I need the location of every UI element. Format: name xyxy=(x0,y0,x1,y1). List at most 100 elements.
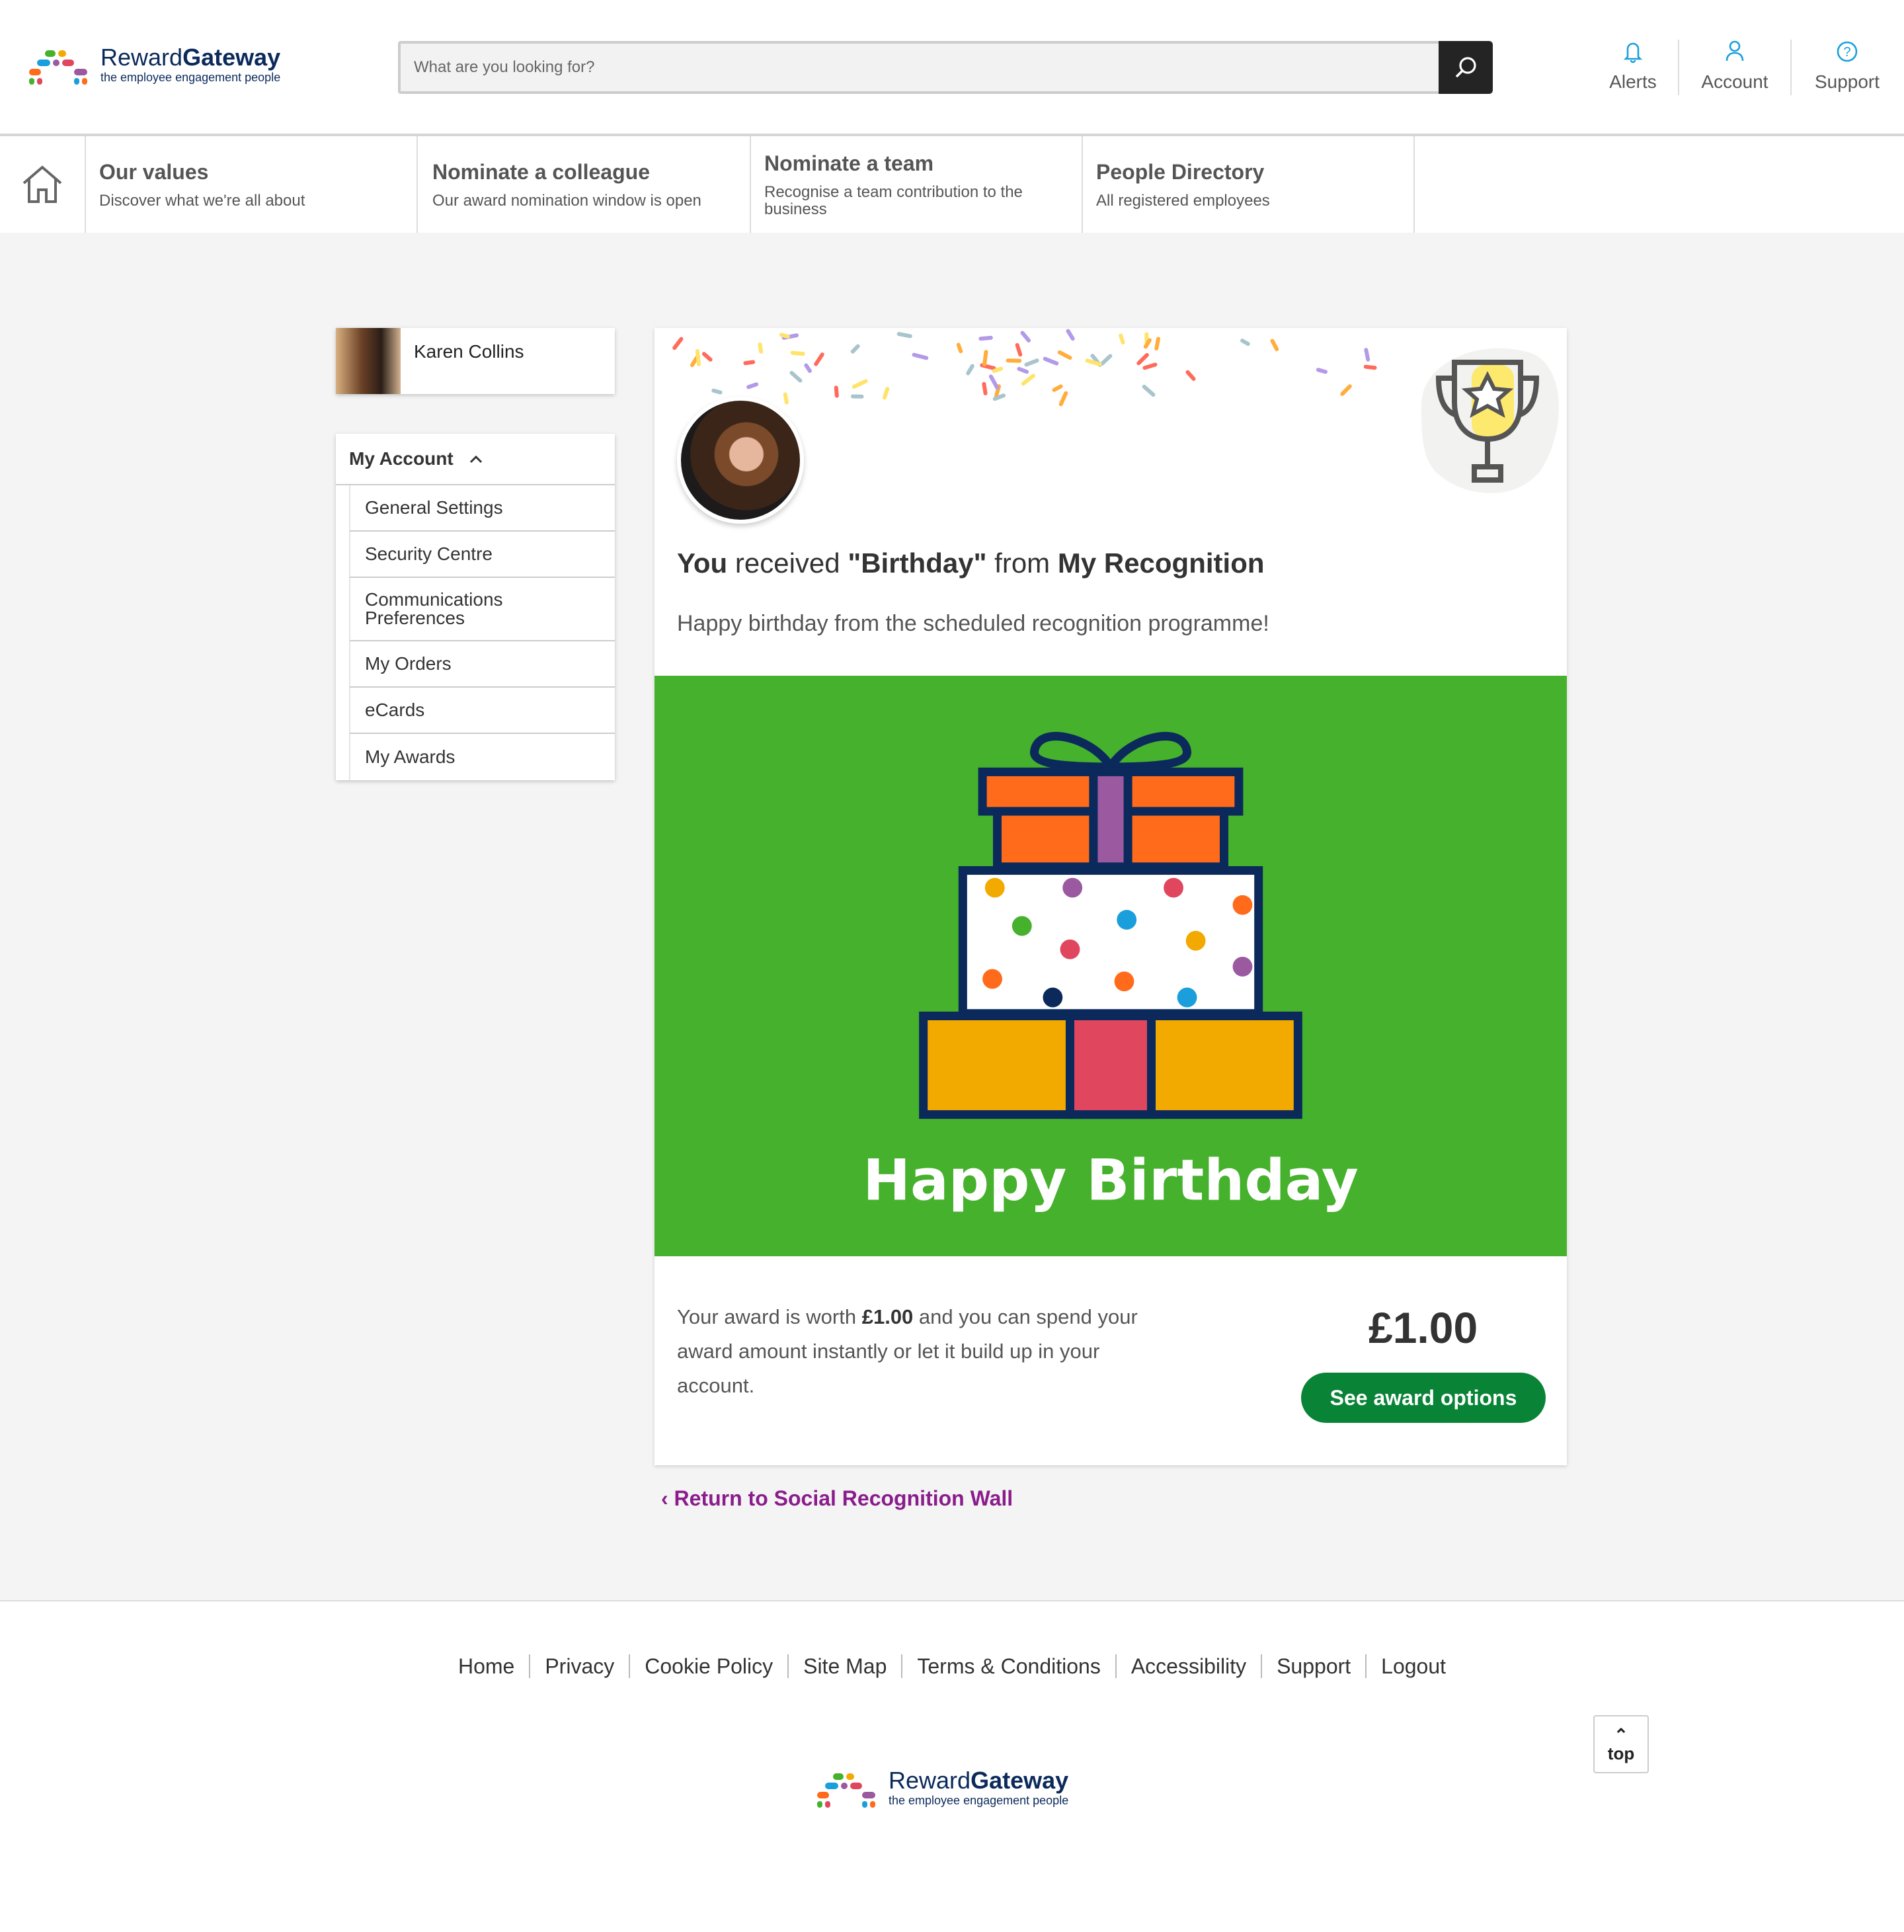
main-nav: Our values Discover what we're all about … xyxy=(0,136,1904,233)
brand-name: RewardGateway xyxy=(100,43,281,71)
gift-dot xyxy=(1043,987,1063,1008)
confetti-piece xyxy=(1270,339,1279,352)
profile-card[interactable]: Karen Collins xyxy=(336,328,615,394)
gift-dot xyxy=(982,969,1002,989)
confetti-piece xyxy=(982,382,988,395)
confetti-piece xyxy=(992,366,1004,374)
footer-link-terms[interactable]: Terms & Conditions xyxy=(901,1654,1115,1678)
confetti-piece xyxy=(1017,366,1029,374)
nav-our-values[interactable]: Our values Discover what we're all about xyxy=(86,136,418,233)
nav-subtitle: Our award nomination window is open xyxy=(432,191,701,210)
gift-dot xyxy=(1060,939,1080,959)
account-menu-toggle[interactable]: My Account xyxy=(336,434,615,485)
home-button[interactable] xyxy=(0,136,86,233)
nav-nominate-team[interactable]: Nominate a team Recognise a team contribu… xyxy=(751,136,1083,233)
confetti-piece xyxy=(701,352,713,362)
support-button[interactable]: ? Support xyxy=(1794,40,1900,93)
sidebar-item-communications-preferences[interactable]: Communications Preferences xyxy=(349,578,615,641)
nav-subtitle: Discover what we're all about xyxy=(99,191,305,210)
confetti-piece xyxy=(978,335,993,341)
award-card: You received "Birthday" from My Recognit… xyxy=(654,328,1567,1465)
confetti-piece xyxy=(1364,348,1370,362)
gift-dot xyxy=(1164,877,1183,898)
ecard-image: Happy Birthday xyxy=(654,676,1567,1256)
confetti-piece xyxy=(982,350,988,367)
nav-subtitle: Recognise a team contribution to the bus… xyxy=(764,182,1023,218)
gift-dot xyxy=(1062,877,1083,898)
header: RewardGateway the employee engagement pe… xyxy=(0,0,1904,136)
confetti-piece xyxy=(1043,356,1059,366)
sidebar-item-my-orders[interactable]: My Orders xyxy=(349,641,615,688)
brand-tagline: the employee engagement people xyxy=(889,1793,1069,1807)
award-amount: £1.00 xyxy=(1368,1303,1478,1352)
confetti-piece xyxy=(1340,384,1352,396)
account-button[interactable]: Account xyxy=(1682,40,1788,93)
footer-link-support[interactable]: Support xyxy=(1261,1654,1366,1678)
confetti-piece xyxy=(743,360,756,366)
sidebar-item-general-settings[interactable]: General Settings xyxy=(349,485,615,532)
account-menu-heading: My Account xyxy=(349,448,454,469)
gift-bow-icon xyxy=(1029,732,1192,772)
sidebar-item-my-awards[interactable]: My Awards xyxy=(349,734,615,780)
confetti-piece xyxy=(988,374,1000,390)
sender-avatar xyxy=(677,397,804,524)
confetti-piece xyxy=(882,387,890,400)
confetti-piece xyxy=(1142,362,1158,370)
page: RewardGateway the employee engagement pe… xyxy=(0,0,1904,1932)
sidebar-item-ecards[interactable]: eCards xyxy=(349,688,615,734)
return-to-wall-link[interactable]: ‹ Return to Social Recognition Wall xyxy=(661,1486,1013,1511)
confetti-piece xyxy=(834,385,839,398)
confetti-piece xyxy=(746,382,759,389)
gift-dot xyxy=(1177,987,1197,1008)
top-label: top xyxy=(1607,1744,1635,1763)
gift-dot xyxy=(984,877,1005,898)
search-icon xyxy=(1455,57,1476,78)
logo-mark-icon xyxy=(814,1768,878,1808)
confetti-piece xyxy=(711,388,723,395)
footer-link-privacy[interactable]: Privacy xyxy=(529,1654,629,1678)
nav-title: Nominate a team xyxy=(764,151,934,175)
confetti-piece xyxy=(672,337,684,350)
confetti-piece xyxy=(912,352,929,360)
search-button[interactable] xyxy=(1439,41,1493,94)
confetti-piece xyxy=(852,379,868,389)
footer-link-accessibility[interactable]: Accessibility xyxy=(1115,1654,1261,1678)
gift-dot xyxy=(1114,971,1134,992)
user-icon xyxy=(1726,40,1744,61)
profile-name: Karen Collins xyxy=(414,341,524,362)
support-label: Support xyxy=(1814,71,1880,92)
nav-nominate-colleague[interactable]: Nominate a colleague Our award nomination… xyxy=(419,136,751,233)
award-message: Happy birthday from the scheduled recogn… xyxy=(677,611,1269,636)
confetti-piece xyxy=(1142,384,1156,397)
brand-logo[interactable]: RewardGateway the employee engagement pe… xyxy=(26,45,280,85)
sidebar-item-label: Communications Preferences xyxy=(365,589,503,628)
confetti-piece xyxy=(1020,331,1031,342)
confetti-piece xyxy=(1100,354,1113,366)
footer-link-cookie-policy[interactable]: Cookie Policy xyxy=(629,1654,788,1678)
confetti-piece xyxy=(783,392,789,405)
nav-title: Nominate a colleague xyxy=(432,159,650,184)
footer-link-site-map[interactable]: Site Map xyxy=(787,1654,902,1678)
bell-icon xyxy=(1623,42,1643,63)
see-award-options-button[interactable]: See award options xyxy=(1301,1373,1546,1423)
confetti-piece xyxy=(966,364,974,376)
confetti-piece xyxy=(758,342,764,354)
brand-name: RewardGateway xyxy=(889,1766,1069,1794)
confetti-piece xyxy=(789,370,803,383)
back-to-top-button[interactable]: ⌃ top xyxy=(1593,1715,1649,1773)
alerts-button[interactable]: Alerts xyxy=(1580,40,1686,93)
search-input[interactable] xyxy=(401,44,1432,91)
confetti-piece xyxy=(1240,339,1250,346)
footer-link-home[interactable]: Home xyxy=(444,1654,529,1678)
ecard-text: Happy Birthday xyxy=(863,1147,1359,1213)
confetti-piece xyxy=(1154,337,1161,351)
logo-mark-icon xyxy=(26,45,90,85)
gift-dot xyxy=(1185,930,1206,951)
confetti-piece xyxy=(956,342,963,354)
footer-link-logout[interactable]: Logout xyxy=(1365,1654,1461,1678)
sidebar-item-security-centre[interactable]: Security Centre xyxy=(349,532,615,578)
gift-dot xyxy=(1232,895,1253,915)
nav-people-directory[interactable]: People Directory All registered employees xyxy=(1083,136,1415,233)
divider xyxy=(1790,40,1792,95)
confetti-piece xyxy=(1119,333,1125,344)
